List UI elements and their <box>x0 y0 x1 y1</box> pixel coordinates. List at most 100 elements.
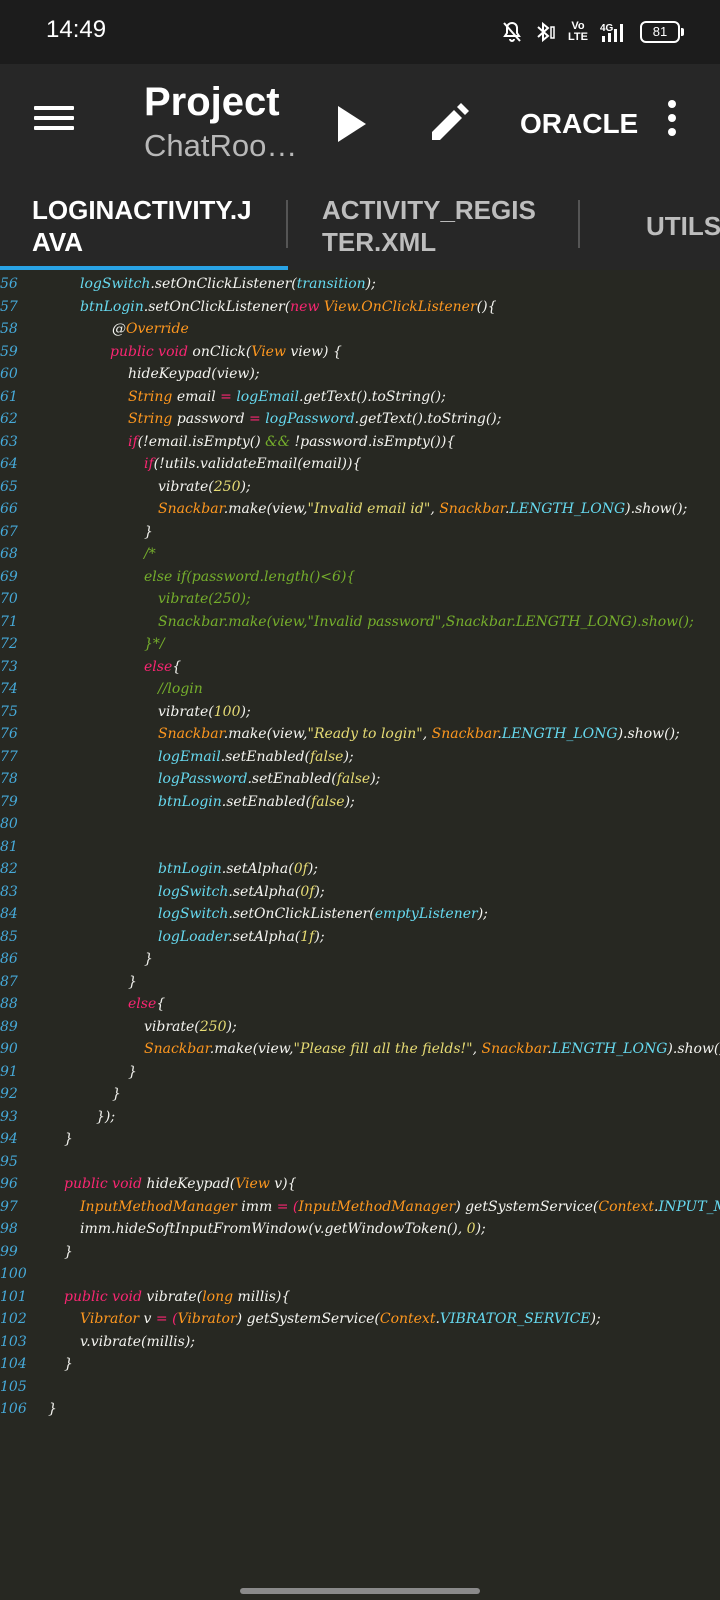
code-text: vibrate(100); <box>158 704 251 720</box>
line-number: 91 <box>0 1063 18 1080</box>
status-bar: 14:49 Vo LTE 4G 81 <box>0 0 720 64</box>
line-number: 88 <box>0 996 18 1012</box>
code-token: if <box>128 433 138 450</box>
code-line: 66 Snackbar.make(view,"Invalid email id",… <box>0 501 720 524</box>
code-token: String <box>128 411 177 427</box>
code-text: logEmail.setEnabled(false); <box>158 749 354 765</box>
code-line: 83 logSwitch.setAlpha(0f); <box>0 884 720 907</box>
tab-utils[interactable]: UTILS <box>646 186 720 270</box>
line-number: 83 <box>0 883 18 900</box>
code-text: InputMethodManager imm = (InputMethodMan… <box>80 1199 720 1215</box>
code-token: ).show(); <box>667 1041 720 1057</box>
code-text: hideKeypad(view); <box>128 366 260 382</box>
code-token: millis){ <box>237 1288 291 1305</box>
code-editor[interactable]: 56 logSwitch.setOnClickListener(transitio… <box>0 270 720 1580</box>
code-token: email <box>176 388 221 405</box>
code-line: 96 public void hideKeypad(View v){ <box>0 1176 720 1199</box>
code-token: Override <box>126 321 189 337</box>
line-number: 104 <box>0 1356 27 1372</box>
line-number: 95 <box>0 1153 18 1170</box>
line-number: 62 <box>0 411 18 427</box>
code-token: .setOnClickListener( <box>150 276 297 292</box>
line-number: 102 <box>0 1311 27 1327</box>
line-number: 98 <box>0 1221 18 1237</box>
code-token: btnLogin <box>158 861 222 877</box>
code-token: vibrate( <box>158 703 214 720</box>
line-number: 73 <box>0 658 18 675</box>
line-number: 93 <box>0 1108 18 1125</box>
line-number: 81 <box>0 838 18 855</box>
code-token: .setAlpha( <box>221 861 294 877</box>
code-line: 80 <box>0 816 720 839</box>
code-text: vibrate(250); <box>158 479 251 495</box>
code-token: Vibrator <box>80 1311 144 1327</box>
menu-button[interactable] <box>34 102 74 148</box>
code-token: @ <box>112 321 126 337</box>
code-line: 85 logLoader.setAlpha(1f); <box>0 929 720 952</box>
code-line: 69 else if(password.length()<6){ <box>0 569 720 592</box>
code-token: ); <box>226 1018 237 1035</box>
code-token: } <box>144 951 153 967</box>
code-token: Snackbar <box>144 1041 210 1057</box>
code-token: Context <box>379 1311 436 1327</box>
signal-4g-icon: 4G <box>600 21 628 43</box>
code-line: 104} <box>0 1356 720 1379</box>
code-line: 92} <box>0 1086 720 1109</box>
code-line: 56 logSwitch.setOnClickListener(transitio… <box>0 276 720 299</box>
run-button[interactable] <box>332 100 372 148</box>
code-token: View.OnClickListener <box>323 298 477 315</box>
mute-notifications-icon <box>502 21 522 43</box>
code-text: public void onClick(View view) { <box>110 344 342 360</box>
code-line: 72}*/ <box>0 636 720 659</box>
code-token: !password.isEmpty()){ <box>294 433 456 450</box>
line-number: 77 <box>0 748 18 765</box>
oracle-button[interactable]: ORACLE <box>520 104 638 144</box>
code-token: Snackbar <box>431 726 498 742</box>
code-token: logSwitch <box>158 906 229 922</box>
tab-activity-register-xml[interactable]: ACTIVITY_REGIS TER.XML <box>322 186 542 270</box>
code-text: v.vibrate(millis); <box>80 1334 195 1350</box>
code-token: Vibrator <box>177 1311 237 1327</box>
line-number: 87 <box>0 973 18 990</box>
volte-icon: Vo LTE <box>568 20 588 43</box>
code-token: InputMethodManager <box>80 1198 242 1215</box>
home-indicator[interactable] <box>240 1588 480 1594</box>
tab-loginactivity-java[interactable]: LOGINACTIVITY.J AVA <box>32 186 272 270</box>
code-text: vibrate(250); <box>144 1019 237 1035</box>
code-text: else{ <box>144 659 181 675</box>
code-token: ) getSystemService( <box>455 1198 599 1215</box>
code-text: } <box>128 1064 137 1080</box>
line-number: 100 <box>0 1266 27 1282</box>
code-token: false <box>336 771 371 787</box>
svg-text:4G: 4G <box>600 23 614 34</box>
code-token: view) { <box>290 343 342 360</box>
more-options-button[interactable] <box>664 100 680 146</box>
code-line: 78 logPassword.setEnabled(false); <box>0 771 720 794</box>
code-token: Snackbar.make(view,"Invalid password",Sn… <box>158 613 694 630</box>
code-text: Snackbar.make(view,"Please fill all the … <box>144 1041 720 1057</box>
edit-button[interactable] <box>426 100 472 146</box>
code-token: } <box>112 1086 121 1102</box>
code-text: logPassword.setEnabled(false); <box>158 771 380 787</box>
code-token: vibrate(250); <box>158 591 251 607</box>
code-token: Snackbar <box>158 501 224 517</box>
code-token: .setOnClickListener( <box>228 906 375 922</box>
code-line: 91} <box>0 1064 720 1087</box>
code-token: .make(view, <box>223 501 308 517</box>
status-time: 14:49 <box>46 16 107 43</box>
code-token: public void <box>64 1176 147 1192</box>
line-number: 103 <box>0 1333 27 1350</box>
code-token: .setOnClickListener( <box>143 298 291 315</box>
line-number: 79 <box>0 793 18 810</box>
code-token: LENGTH_LONG <box>551 1041 668 1057</box>
code-line: 97 InputMethodManager imm = (InputMethodM… <box>0 1199 720 1222</box>
code-token: hideKeypad( <box>146 1176 236 1192</box>
code-token: imm.hideSoftInputFromWindow(v.getWindowT… <box>80 1221 467 1237</box>
code-text: imm.hideSoftInputFromWindow(v.getWindowT… <box>80 1221 486 1237</box>
code-token: ); <box>240 478 251 495</box>
code-line: 74 //login <box>0 681 720 704</box>
code-line: 105 <box>0 1379 720 1402</box>
code-text: } <box>64 1356 73 1372</box>
code-text: btnLogin.setEnabled(false); <box>158 794 355 810</box>
code-token: password <box>176 411 250 427</box>
